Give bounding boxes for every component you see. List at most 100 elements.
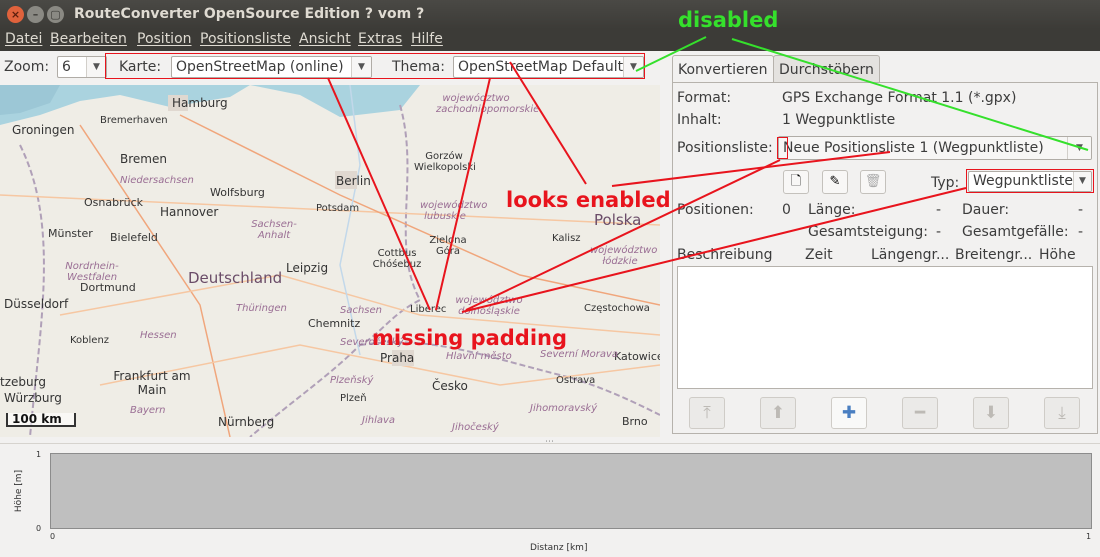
minimize-window-button[interactable]: – [27, 6, 44, 23]
map-city-label: Hamburg [172, 96, 228, 110]
map-city-label: Berlin [336, 174, 371, 188]
menu-bearbeiten[interactable]: Bearbeiten [50, 31, 127, 47]
menu-datei[interactable]: Datei [5, 31, 42, 47]
map-region-label: województwo lubuskie [420, 200, 488, 222]
theme-label: Thema: [392, 59, 445, 75]
column-header[interactable]: Breitengr... [955, 247, 1032, 263]
move-down-button[interactable]: ⬇ [973, 397, 1009, 429]
column-header[interactable]: Beschreibung [677, 247, 773, 263]
descent-label: Gesamtgefälle: [962, 224, 1069, 240]
map-region-label: Plzeňský [330, 375, 374, 386]
map-select[interactable]: OpenStreetMap (online) ▼ [171, 56, 372, 78]
map-city-label: Bielefeld [110, 231, 158, 244]
map-country-label: Deutschland [188, 269, 283, 287]
move-bottom-button[interactable]: ⤓ [1044, 397, 1080, 429]
scale-text: 100 km [12, 412, 62, 426]
window-title: RouteConverter OpenSource Edition ? vom … [74, 6, 425, 22]
map-city-label: Ostrava [556, 375, 596, 386]
x-axis-min: 0 [50, 532, 56, 541]
move-top-button[interactable]: ⤒ [689, 397, 725, 429]
move-bottom-icon: ⤓ [1058, 403, 1066, 423]
tab-konvertieren[interactable]: Konvertieren [672, 55, 774, 84]
column-header[interactable]: Längengr... [871, 247, 949, 263]
column-header[interactable]: Höhe [1039, 247, 1076, 263]
new-list-button[interactable]: 🗋 [783, 170, 809, 194]
add-position-button[interactable]: ✚ [831, 397, 867, 429]
map-city-label: Bremen [120, 152, 167, 166]
duration-value: - [1078, 202, 1084, 218]
close-icon: × [10, 8, 21, 21]
zoom-label: Zoom: [4, 59, 50, 75]
trash-icon: 🗑 [864, 174, 882, 189]
x-axis-label: Distanz [km] [530, 543, 588, 553]
type-label: Typ: [931, 175, 960, 191]
menu-ansicht[interactable]: Ansicht [299, 31, 351, 47]
chevron-down-icon[interactable]: ▼ [1073, 172, 1091, 191]
rename-list-button[interactable]: ✎ [822, 170, 848, 194]
map-city-label: Würzburg [4, 391, 62, 405]
theme-value: OpenStreetMap Default [458, 59, 624, 75]
map-region-label: województwo dolnośląskie [455, 295, 523, 317]
chevron-down-icon[interactable]: ▼ [351, 57, 371, 77]
remove-position-button[interactable]: ━ [902, 397, 938, 429]
map-city-label: Leipzig [286, 261, 329, 275]
map-region-label: Nordrhein-Westfalen [65, 261, 119, 283]
map-value: OpenStreetMap (online) [176, 59, 344, 75]
map-city-label: Katowice [614, 350, 660, 363]
menu-bar: Datei Bearbeiten Position Positionsliste… [0, 29, 1100, 51]
chevron-down-icon[interactable]: ▼ [86, 57, 106, 77]
menu-position[interactable]: Position [137, 31, 192, 47]
map-region-label: Niedersachsen [120, 175, 194, 186]
menu-hilfe[interactable]: Hilfe [411, 31, 443, 47]
map-city-label: Chemnitz [308, 317, 361, 330]
minimize-icon: – [32, 8, 39, 21]
positions-table-header: Beschreibung Zeit Längengr... Breitengr.… [677, 246, 1093, 266]
map-city-label: Koblenz [70, 335, 110, 346]
splitter-handle[interactable]: ⋯ [545, 437, 554, 447]
positions-table[interactable] [677, 266, 1093, 389]
edit-icon: ✎ [829, 174, 841, 189]
column-header[interactable]: Zeit [805, 247, 833, 263]
maximize-window-button[interactable]: ▢ [47, 6, 64, 23]
chevron-down-icon[interactable]: ▼ [623, 57, 643, 77]
x-axis-max: 1 [1086, 532, 1092, 541]
map-view[interactable]: Hamburg Bremerhaven Groningen Bremen Osn… [0, 85, 660, 437]
y-axis-max: 1 [36, 450, 42, 459]
map-region-label: Sachsen-Anhalt [251, 219, 297, 241]
maximize-icon: ▢ [50, 8, 61, 21]
map-toolbar: Zoom: 6 ▼ Karte: OpenStreetMap (online) … [0, 51, 670, 85]
title-bar: × – ▢ RouteConverter OpenSource Edition … [0, 0, 1100, 29]
zoom-select[interactable]: 6 ▼ [57, 56, 107, 78]
map-region-label: województwo zachodniopomorskie [436, 93, 540, 115]
map-city-label: Münster [48, 227, 93, 240]
map-city-label: Zielona Góra [429, 235, 467, 257]
theme-select[interactable]: OpenStreetMap Default ▼ [453, 56, 644, 78]
tab-label: Durchstöbern [779, 62, 874, 78]
delete-list-button[interactable]: 🗑 [860, 170, 886, 194]
map-region-label: Bayern [130, 405, 166, 416]
positions-value: 0 [782, 202, 791, 218]
map-city-label: Groningen [12, 123, 75, 137]
map-country-label: Česko [432, 379, 468, 393]
add-icon: ✚ [841, 403, 857, 423]
position-list-select[interactable]: Neue Positionsliste 1 (Wegpunktliste) ▼ [778, 136, 1092, 160]
map-city-label: Nürnberg [218, 415, 275, 429]
annotation-missing-padding: missing padding [372, 326, 568, 350]
map-city-label: Bremerhaven [100, 115, 168, 126]
map-city-label: Osnabrück [84, 196, 143, 209]
close-window-button[interactable]: × [7, 6, 24, 23]
map-city-label: Kalisz [552, 233, 581, 244]
menu-positionsliste[interactable]: Positionsliste [200, 31, 291, 47]
elevation-profile-chart[interactable] [50, 453, 1092, 529]
map-country-label: Polska [594, 211, 642, 229]
map-region-label: Hessen [140, 330, 177, 341]
type-select[interactable]: Wegpunktliste ▼ [968, 171, 1092, 192]
map-city-label: tzeburg [0, 375, 46, 389]
move-up-button[interactable]: ⬆ [760, 397, 796, 429]
menu-extras[interactable]: Extras [358, 31, 402, 47]
duration-label: Dauer: [962, 202, 1010, 218]
format-label: Format: [677, 90, 732, 106]
tab-durchstoebern[interactable]: Durchstöbern [773, 55, 880, 83]
new-file-icon: 🗋 [790, 174, 802, 189]
chevron-down-icon[interactable]: ▼ [1067, 137, 1091, 159]
